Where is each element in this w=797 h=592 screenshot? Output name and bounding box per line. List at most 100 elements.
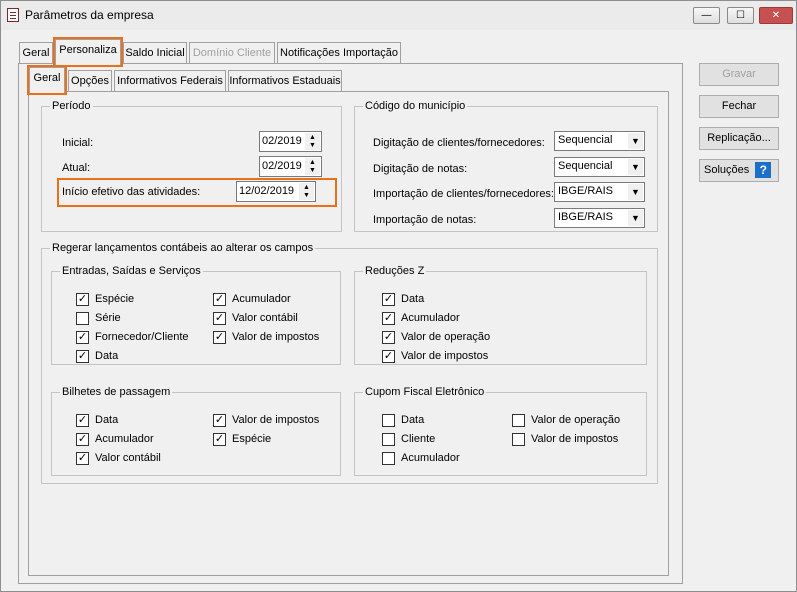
check-icon[interactable]: ✓ xyxy=(213,312,226,325)
spin-down-icon[interactable]: ▼ xyxy=(305,141,320,150)
checkbox-label: Série xyxy=(95,312,121,324)
tab-geral[interactable]: Geral xyxy=(19,42,53,64)
check-icon[interactable]: ✓ xyxy=(76,414,89,427)
periodo-group: Período Inicial: 02/2019 ▲ ▼ Atual: 02/2… xyxy=(41,101,342,232)
checkbox-label: Acumulador xyxy=(401,312,460,324)
outer-tab-bar: Geral Personaliza Saldo Inicial Domínio … xyxy=(19,37,439,67)
checkbox-label: Acumulador xyxy=(95,433,154,445)
maximize-button[interactable]: ☐ xyxy=(727,7,754,24)
importacao-notas-label: Importação de notas: xyxy=(373,214,477,226)
checkbox-label: Espécie xyxy=(232,433,272,445)
regerar-group: Regerar lançamentos contábeis ao alterar… xyxy=(41,243,658,484)
check-icon[interactable] xyxy=(76,312,89,325)
inicio-efetivo-value: 12/02/2019 xyxy=(239,185,295,197)
digitacao-notas-value: Sequencial xyxy=(558,160,613,172)
checkbox-label: Valor contábil xyxy=(95,452,161,464)
check-icon[interactable]: ✓ xyxy=(213,414,226,427)
replicacao-button[interactable]: Replicação... xyxy=(699,127,779,150)
reducoes-z-group: Reduções Z ✓ Data ✓ Acumulador ✓ Valor de o… xyxy=(354,266,647,365)
checkbox-label: Data xyxy=(95,414,119,426)
fechar-button[interactable]: Fechar xyxy=(699,95,779,118)
atual-value: 02/2019 xyxy=(262,160,302,172)
spin-down-icon[interactable]: ▼ xyxy=(299,191,314,200)
check-icon[interactable] xyxy=(382,452,395,465)
chevron-down-icon[interactable]: ▼ xyxy=(628,159,643,175)
gravar-button: Gravar xyxy=(699,63,779,86)
check-icon[interactable] xyxy=(382,433,395,446)
checkbox-label: Cliente xyxy=(401,433,436,445)
inicial-spinner[interactable]: 02/2019 ▲ ▼ xyxy=(259,131,322,152)
tab-informativos-estaduais[interactable]: Informativos Estaduais xyxy=(228,70,342,92)
digitacao-notas-label: Digitação de notas: xyxy=(373,163,468,175)
inicio-efetivo-highlight: Início efetivo das atividades: 12/02/201… xyxy=(57,178,337,207)
checkbox-label: Espécie xyxy=(95,293,135,305)
digitacao-clientes-value: Sequencial xyxy=(558,134,613,146)
geral-inner-panel: Período Inicial: 02/2019 ▲ ▼ Atual: 02/2… xyxy=(28,91,669,576)
entradas-saidas-servicos-group: Entradas, Saídas e Serviços ✓ Espécie Sér… xyxy=(51,266,341,365)
checkbox-label: Valor de operação xyxy=(531,414,621,426)
check-icon[interactable]: ✓ xyxy=(382,293,395,306)
check-icon[interactable]: ✓ xyxy=(213,293,226,306)
chevron-down-icon[interactable]: ▼ xyxy=(628,133,643,149)
personaliza-panel: Geral Opções Informativos Federais Infor… xyxy=(18,63,683,584)
tab-informativos-federais[interactable]: Informativos Federais xyxy=(114,70,226,92)
digitacao-notas-select[interactable]: Sequencial ▼ xyxy=(554,157,645,177)
digitacao-clientes-select[interactable]: Sequencial ▼ xyxy=(554,131,645,151)
window-title: Parâmetros da empresa xyxy=(25,8,154,22)
check-icon[interactable]: ✓ xyxy=(76,350,89,363)
tab-notificacoes-importacao[interactable]: Notificações Importação xyxy=(277,42,401,64)
inicial-label: Inicial: xyxy=(62,137,94,149)
check-icon[interactable]: ✓ xyxy=(382,350,395,363)
inicio-efetivo-label: Início efetivo das atividades: xyxy=(62,186,201,198)
check-icon[interactable]: ✓ xyxy=(76,293,89,306)
checkbox-label: Valor de impostos xyxy=(401,350,489,362)
tab-inner-geral[interactable]: Geral xyxy=(27,65,67,95)
inicial-value: 02/2019 xyxy=(262,135,302,147)
importacao-notas-select[interactable]: IBGE/RAIS ▼ xyxy=(554,208,645,228)
check-icon[interactable]: ✓ xyxy=(213,331,226,344)
parametros-window: Parâmetros da empresa — ☐ ✕ Geral Person… xyxy=(0,0,797,592)
checkbox-label: Valor contábil xyxy=(232,312,298,324)
minimize-button[interactable]: — xyxy=(693,7,720,24)
checkbox-label: Valor de impostos xyxy=(232,331,320,343)
checkbox-label: Acumulador xyxy=(401,452,460,464)
solucoes-button[interactable]: Soluções? xyxy=(699,159,779,182)
check-icon[interactable]: ✓ xyxy=(213,433,226,446)
check-icon[interactable]: ✓ xyxy=(76,331,89,344)
check-icon[interactable]: ✓ xyxy=(76,452,89,465)
chevron-down-icon[interactable]: ▼ xyxy=(628,210,643,226)
cupom-legend: Cupom Fiscal Eletrônico xyxy=(365,386,485,398)
bilhetes-legend: Bilhetes de passagem xyxy=(62,386,171,398)
document-icon xyxy=(7,8,19,22)
check-icon[interactable] xyxy=(512,433,525,446)
entradas-legend: Entradas, Saídas e Serviços xyxy=(62,265,201,277)
inicio-efetivo-spinner[interactable]: 12/02/2019 ▲ ▼ xyxy=(236,181,316,202)
check-icon[interactable] xyxy=(512,414,525,427)
help-icon: ? xyxy=(755,162,772,179)
check-icon[interactable]: ✓ xyxy=(76,433,89,446)
regerar-legend: Regerar lançamentos contábeis ao alterar… xyxy=(52,242,314,254)
close-button[interactable]: ✕ xyxy=(759,7,793,24)
importacao-clientes-select[interactable]: IBGE/RAIS ▼ xyxy=(554,182,645,202)
tab-opcoes[interactable]: Opções xyxy=(68,70,112,92)
checkbox-label: Data xyxy=(95,350,119,362)
tab-saldo-inicial[interactable]: Saldo Inicial xyxy=(123,42,187,64)
periodo-legend: Período xyxy=(52,100,91,112)
solucoes-label: Soluções xyxy=(704,164,750,176)
check-icon[interactable]: ✓ xyxy=(382,331,395,344)
check-icon[interactable] xyxy=(382,414,395,427)
spin-down-icon[interactable]: ▼ xyxy=(305,166,320,175)
bilhetes-passagem-group: Bilhetes de passagem ✓ Data ✓ Acumulador ✓… xyxy=(51,387,341,476)
chevron-down-icon[interactable]: ▼ xyxy=(628,184,643,200)
digitacao-clientes-label: Digitação de clientes/fornecedores: xyxy=(373,137,545,149)
importacao-clientes-label: Importação de clientes/fornecedores: xyxy=(373,188,554,200)
checkbox-label: Valor de operação xyxy=(401,331,491,343)
tab-personaliza[interactable]: Personaliza xyxy=(53,37,123,67)
checkbox-label: Valor de impostos xyxy=(531,433,619,445)
atual-spinner[interactable]: 02/2019 ▲ ▼ xyxy=(259,156,322,177)
codigo-municipio-legend: Código do município xyxy=(365,100,466,112)
checkbox-label: Fornecedor/Cliente xyxy=(95,331,189,343)
checkbox-label: Data xyxy=(401,414,425,426)
check-icon[interactable]: ✓ xyxy=(382,312,395,325)
checkbox-label: Data xyxy=(401,293,425,305)
